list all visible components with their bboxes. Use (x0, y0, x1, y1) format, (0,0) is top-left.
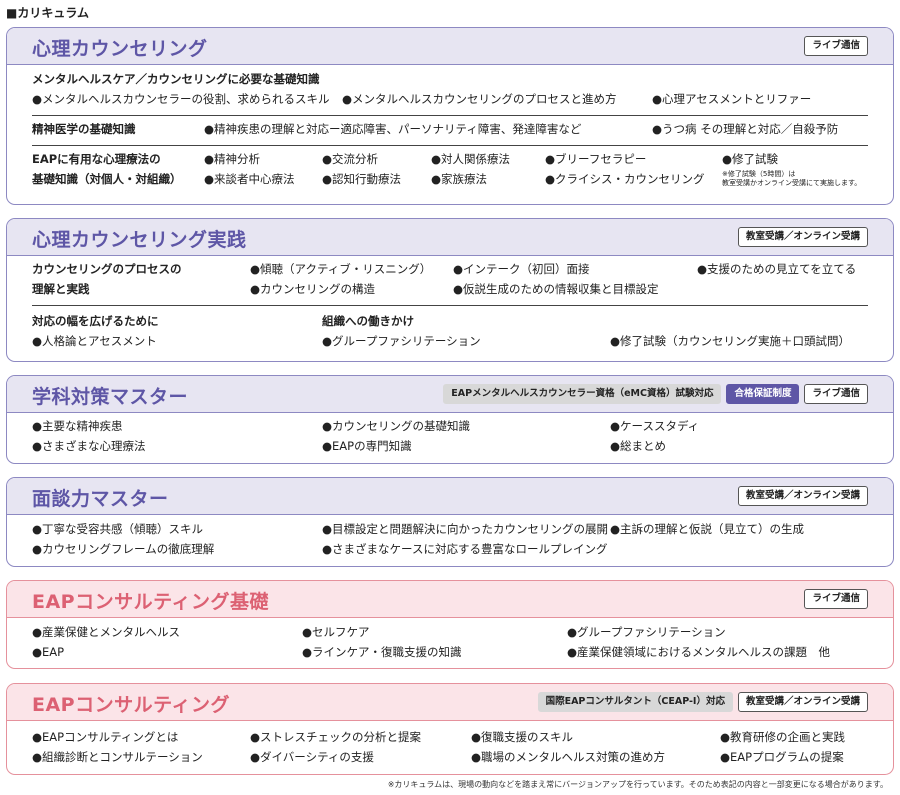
exam-note: ※修了試験（5時間）は (722, 170, 796, 178)
list-item: ●修了試験（カウンセリング実施＋口頭試問） (610, 334, 851, 348)
list-item: ●ケーススタディ (610, 419, 700, 433)
list-item: ●グループファシリテーション (567, 625, 726, 639)
divider (32, 305, 868, 306)
list-item: ●仮説生成のための情報収集と目標設定 (453, 282, 659, 296)
section-header: 心理カウンセリング実践 教室受講／オンライン受講 (7, 219, 893, 256)
group-heading: EAPに有用な心理療法の (32, 152, 161, 166)
section-title: 心理カウンセリング (32, 38, 208, 60)
list-item: ●職場のメンタルヘルス対策の進め方 (471, 750, 666, 764)
list-item: ●ストレスチェックの分析と提案 (250, 730, 422, 744)
list-item: ●心理アセスメントとリファー (652, 92, 812, 106)
list-item: ●カウンセリングの構造 (250, 282, 376, 296)
ceap-badge: 国際EAPコンサルタント（CEAP-I）対応 (537, 692, 733, 712)
section-header: 学科対策マスター EAPメンタルヘルスカウンセラー資格（eMC資格）試験対応 合… (7, 376, 893, 413)
section-title: EAPコンサルティング (32, 694, 230, 716)
section-exam-prep: 学科対策マスター EAPメンタルヘルスカウンセラー資格（eMC資格）試験対応 合… (6, 375, 894, 464)
exam-badge: EAPメンタルヘルスカウンセラー資格（eMC資格）試験対応 (443, 384, 722, 404)
group-heading: 対応の幅を広げるために (32, 314, 159, 328)
list-item: ●EAPコンサルティングとは (32, 730, 179, 744)
delivery-badge-classroom: 教室受講／オンライン受講 (737, 486, 868, 506)
divider (32, 145, 868, 146)
list-item: ●交流分析 (322, 152, 379, 166)
delivery-badge-classroom: 教室受講／オンライン受講 (737, 227, 868, 247)
list-item: ●家族療法 (431, 172, 488, 186)
list-item: ●傾聴（アクティブ・リスニング） (250, 262, 432, 276)
list-item: ●ブリーフセラピー (545, 152, 647, 166)
group-heading: 組織への働きかけ (322, 314, 414, 328)
section-eap-consulting-basics: EAPコンサルティング基礎 ライブ通信 ●産業保健とメンタルヘルス ●セルフケア… (6, 580, 894, 669)
group-heading: 理解と実践 (32, 282, 90, 296)
list-item: ●メンタルヘルスカウンセリングのプロセスと進め方 (342, 92, 617, 106)
section-title: 心理カウンセリング実践 (32, 229, 247, 251)
list-item: ●産業保健とメンタルヘルス (32, 625, 181, 639)
delivery-badge-live: ライブ通信 (804, 384, 868, 404)
section-counseling-practice: 心理カウンセリング実践 教室受講／オンライン受講 カウンセリングのプロセスの 理… (6, 218, 894, 362)
section-title: EAPコンサルティング基礎 (32, 591, 269, 613)
section-interview-skills: 面談力マスター 教室受講／オンライン受講 ●丁寧な受容共感（傾聴）スキル ●目標… (6, 477, 894, 567)
list-item: ●クライシス・カウンセリング (545, 172, 705, 186)
list-item: ●対人関係療法 (431, 152, 511, 166)
exam-note: 教室受講かオンライン受講にて実施します。 (722, 179, 862, 187)
list-item: ●精神分析 (204, 152, 261, 166)
list-item: ●ラインケア・復職支援の知識 (302, 645, 462, 659)
section-header: 面談力マスター 教室受講／オンライン受講 (7, 478, 893, 515)
delivery-badge-live: ライブ通信 (804, 589, 868, 609)
list-item: ●復職支援のスキル (471, 730, 574, 744)
list-item: ●総まとめ (610, 439, 667, 453)
section-eap-consulting: EAPコンサルティング 国際EAPコンサルタント（CEAP-I）対応 教室受講／… (6, 683, 894, 775)
list-item: ●支援のための見立てを立てる (697, 262, 857, 276)
delivery-badge-live: ライブ通信 (804, 36, 868, 56)
section-header: 心理カウンセリング ライブ通信 (7, 28, 893, 65)
group-heading: 精神医学の基礎知識 (32, 122, 136, 136)
list-item: ●組織診断とコンサルテーション (32, 750, 203, 764)
list-item: ●産業保健領域におけるメンタルヘルスの課題 他 (567, 645, 831, 659)
pass-guarantee-badge: 合格保証制度 (726, 384, 800, 404)
list-item: ●来談者中心療法 (204, 172, 295, 186)
page-title: ■カリキュラム (6, 6, 89, 20)
section-title: 面談力マスター (32, 488, 169, 510)
section-header: EAPコンサルティング 国際EAPコンサルタント（CEAP-I）対応 教室受講／… (7, 684, 893, 721)
section-title: 学科対策マスター (32, 386, 189, 408)
list-item: ●グループファシリテーション (322, 334, 481, 348)
list-item: ●認知行動療法 (322, 172, 402, 186)
list-item: ●目標設定と問題解決に向かったカウンセリングの展開 (322, 522, 609, 536)
delivery-badge-classroom: 教室受講／オンライン受講 (737, 692, 868, 712)
group-heading: 基礎知識（対個人・対組織） (32, 172, 182, 186)
list-item: ●インテーク（初回）面接 (453, 262, 590, 276)
list-item: ●EAPプログラムの提案 (720, 750, 844, 764)
group-heading: カウンセリングのプロセスの (32, 262, 182, 276)
list-item: ●EAPの専門知識 (322, 439, 412, 453)
list-item: ●さまざまなケースに対応する豊富なロールプレイング (322, 542, 608, 556)
footnote: ※カリキュラムは、現場の動向などを踏まえ常にバージョンアップを行っています。その… (387, 780, 888, 789)
list-item: ●人格論とアセスメント (32, 334, 157, 348)
list-item: ●主要な精神疾患 (32, 419, 123, 433)
list-item: ●セルフケア (302, 625, 370, 639)
list-item: ●メンタルヘルスカウンセラーの役割、求められるスキル (32, 92, 330, 106)
list-item: ●丁寧な受容共感（傾聴）スキル (32, 522, 204, 536)
section-header: EAPコンサルティング基礎 ライブ通信 (7, 581, 893, 618)
list-item: ●精神疾患の理解と対応ー適応障害、パーソナリティ障害、発達障害など (204, 122, 582, 136)
list-item: ●カウンセリングの基礎知識 (322, 419, 471, 433)
list-item: ●EAP (32, 645, 65, 659)
list-item: ●ダイバーシティの支援 (250, 750, 374, 764)
list-item: ●うつ病 その理解と対応／自殺予防 (652, 122, 839, 136)
list-item: ●主訴の理解と仮説（見立て）の生成 (610, 522, 805, 536)
list-item: ●修了試験 (722, 152, 779, 166)
divider (32, 115, 868, 116)
section-psych-counseling: 心理カウンセリング ライブ通信 メンタルヘルスケア／カウンセリングに必要な基礎知… (6, 27, 894, 205)
list-item: ●カウセリングフレームの徹底理解 (32, 542, 215, 556)
list-item: ●教育研修の企画と実践 (720, 730, 846, 744)
list-item: ●さまざまな心理療法 (32, 439, 146, 453)
group-heading: メンタルヘルスケア／カウンセリングに必要な基礎知識 (32, 72, 320, 86)
